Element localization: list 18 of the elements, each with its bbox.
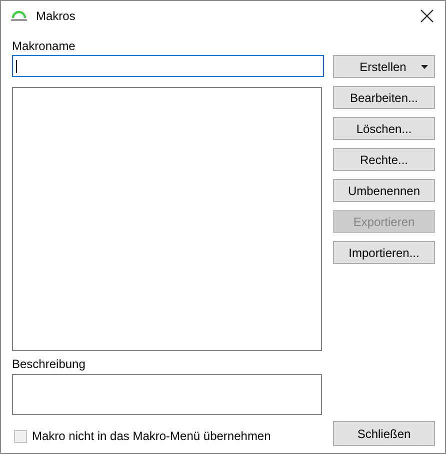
close-icon[interactable] [420,9,434,23]
action-button[interactable]: Bearbeiten... [333,86,435,109]
app-icon [10,10,28,22]
action-button[interactable]: Löschen... [333,117,435,140]
field-label: Makroname [12,39,76,53]
name-field[interactable] [12,55,324,77]
checkbox-label[interactable]: Makro nicht in das Makro-Menü übernehmen [32,429,271,443]
text-cursor [16,60,17,72]
checkbox[interactable] [14,430,27,442]
close-button[interactable]: Schließen [333,421,435,446]
dropdown-button[interactable]: Erstellen [333,55,435,78]
caret-icon [421,65,428,69]
action-button[interactable]: Rechte... [333,148,435,171]
description-field[interactable] [12,374,322,415]
action-button[interactable]: Importieren... [333,241,435,264]
field-label: Beschreibung [12,357,86,371]
action-button[interactable]: Umbenennen [333,179,435,202]
window-title: Makros [36,9,76,23]
